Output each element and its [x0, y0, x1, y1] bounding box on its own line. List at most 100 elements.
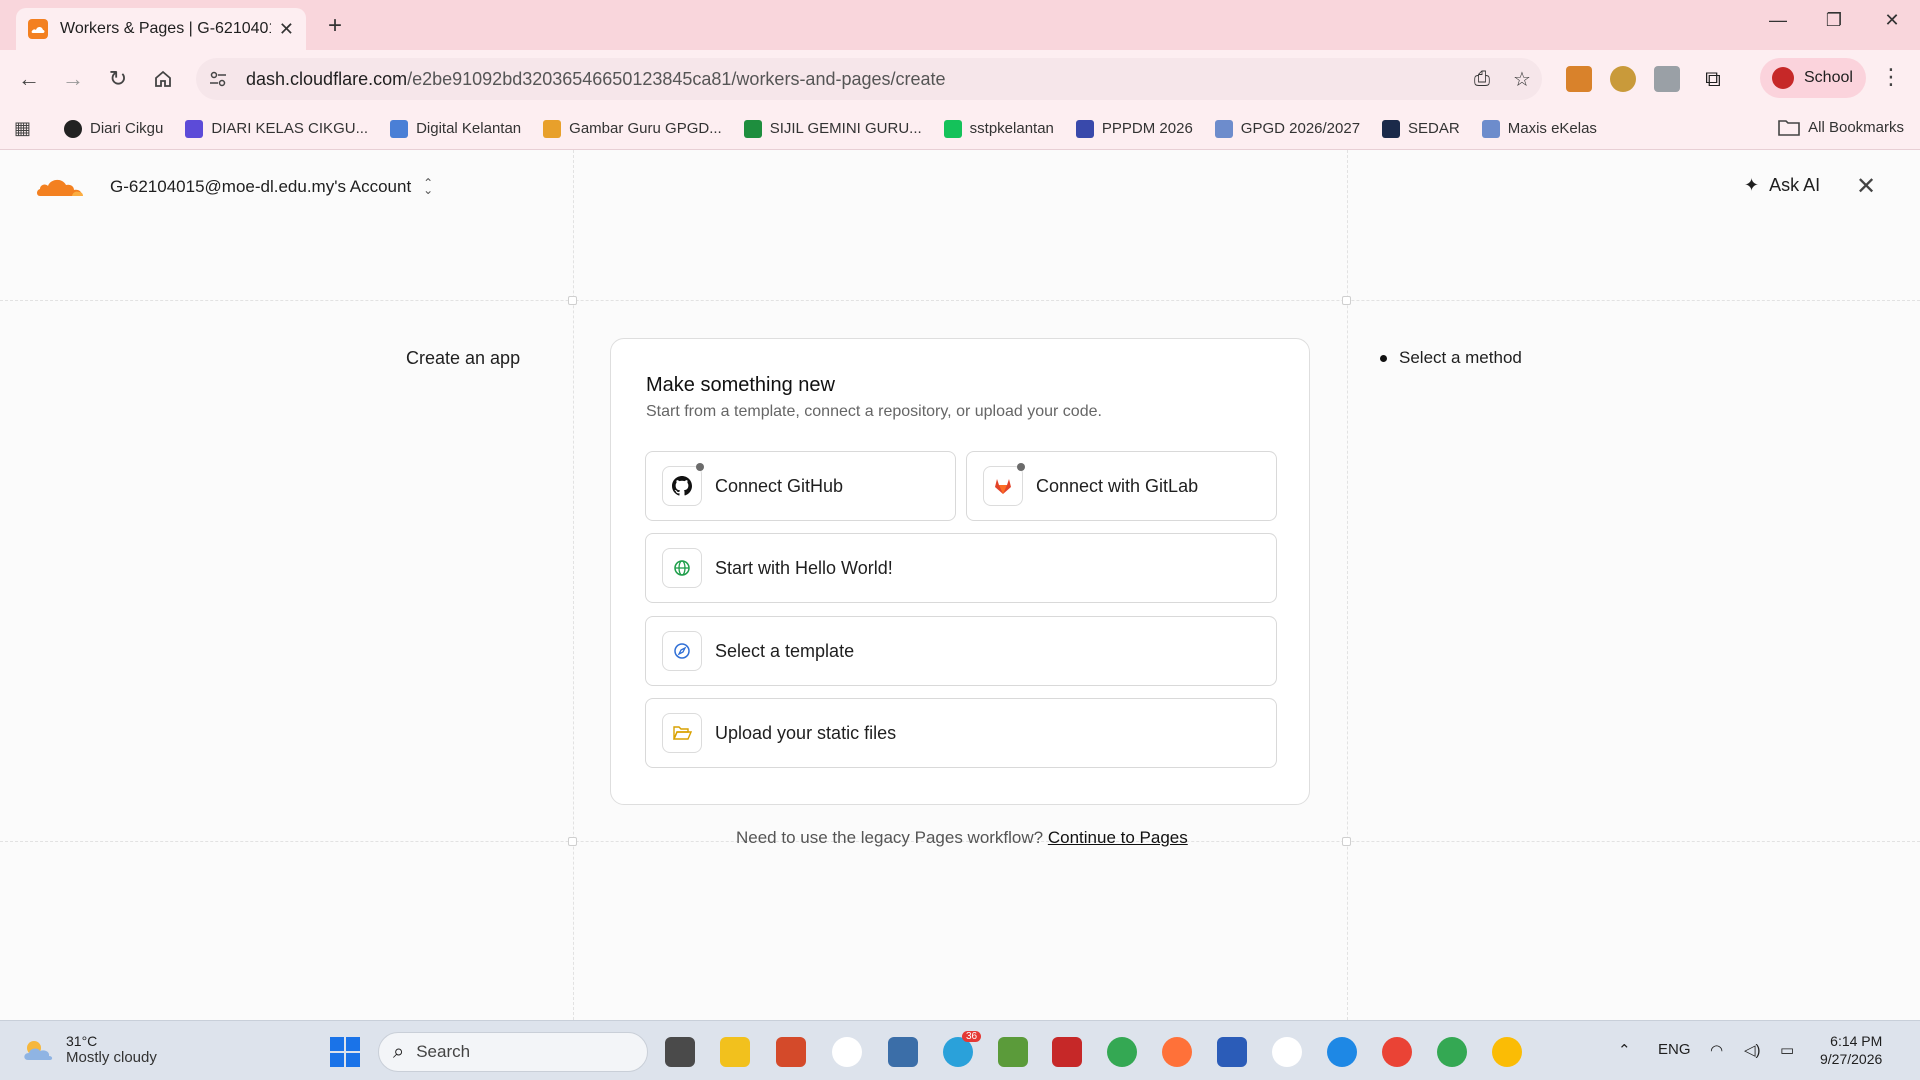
file-explorer-icon[interactable] [720, 1037, 750, 1067]
search-icon: ⌕ [393, 1040, 405, 1063]
chevron-up-icon[interactable]: ⌃ [1618, 1041, 1631, 1059]
bookmark-item[interactable]: Diari Cikgu [64, 119, 164, 138]
guide-line [0, 300, 1920, 301]
bookmark-label: SIJIL GEMINI GURU... [769, 120, 922, 137]
url-text: dash.cloudflare.com/e2be91092bd320365466… [246, 69, 1462, 90]
extension-1-icon[interactable] [1566, 66, 1592, 92]
browser-menu-icon[interactable]: ⋮ [1880, 64, 1902, 90]
firefox-icon[interactable] [1162, 1037, 1192, 1067]
address-bar[interactable]: dash.cloudflare.com/e2be91092bd320365466… [196, 58, 1542, 100]
app-icon[interactable] [888, 1037, 918, 1067]
new-tab-icon[interactable]: + [320, 12, 350, 40]
bookmark-star-icon[interactable]: ☆ [1502, 67, 1542, 92]
card-title: Make something new [646, 374, 835, 396]
back-icon[interactable]: ← [14, 64, 44, 94]
github-icon [662, 463, 704, 506]
battery-icon[interactable]: ▭ [1780, 1041, 1794, 1059]
account-label: G-62104015@moe-dl.edu.my's Account [110, 177, 412, 196]
filezilla-icon[interactable] [1052, 1037, 1082, 1067]
weather-widget[interactable]: 31°C Mostly cloudy [22, 1033, 157, 1066]
upload-static-files-label: Upload your static files [715, 722, 897, 743]
chrome-icon[interactable] [1382, 1037, 1412, 1067]
chrome-icon[interactable] [1437, 1037, 1467, 1067]
clock-date: 9/27/2026 [1820, 1051, 1883, 1067]
bookmark-item[interactable]: Maxis eKelas [1481, 119, 1597, 138]
connect-gitlab-button[interactable]: Connect with GitLab [966, 451, 1277, 521]
bookmark-label: Maxis eKelas [1507, 120, 1597, 137]
cloud-icon [24, 1040, 53, 1060]
close-icon[interactable]: ✕ [1856, 172, 1876, 201]
extensions-puzzle-icon[interactable]: ⧉ [1700, 66, 1726, 92]
connect-gitlab-label: Connect with GitLab [1036, 475, 1199, 496]
bookmark-favicon-icon [185, 119, 204, 138]
bookmark-item[interactable]: GPGD 2026/2027 [1214, 119, 1360, 138]
profile-button[interactable]: School [1760, 58, 1866, 98]
apps-grid-icon[interactable]: ▦ [14, 118, 34, 139]
hello-world-button[interactable]: Start with Hello World! [645, 533, 1277, 603]
gitlab-icon [983, 463, 1025, 506]
search-placeholder: Search [416, 1042, 471, 1061]
word-icon[interactable] [1217, 1037, 1247, 1067]
ask-ai-button[interactable]: ✦ Ask AI [1744, 175, 1820, 196]
all-bookmarks-button[interactable]: All Bookmarks [1778, 118, 1904, 136]
bookmark-favicon-icon [1075, 119, 1094, 138]
taskbar-search[interactable]: ⌕ Search [378, 1032, 648, 1072]
bookmark-favicon-icon [1481, 119, 1500, 138]
google-icon[interactable] [832, 1037, 862, 1067]
bookmark-item[interactable]: Digital Kelantan [390, 119, 521, 138]
chrome-icon[interactable] [1492, 1037, 1522, 1067]
bookmark-item[interactable]: DIARI KELAS CIKGU... [185, 119, 369, 138]
bookmarks-bar: ▦ Diari Cikgu DIARI KELAS CIKGU... Digit… [0, 108, 1920, 150]
select-template-button[interactable]: Select a template [645, 616, 1277, 686]
browser-tab[interactable]: Workers & Pages | G-62104015 ✕ [16, 8, 306, 50]
wifi-icon[interactable]: ◠ [1710, 1041, 1723, 1059]
clock[interactable]: 6:14 PM 9/27/2026 [1820, 1032, 1882, 1068]
bookmark-item[interactable]: SIJIL GEMINI GURU... [743, 119, 922, 138]
bookmark-item[interactable]: sstpkelantan [943, 119, 1054, 138]
continue-to-pages-link[interactable]: Continue to Pages [1048, 828, 1188, 847]
edge-icon[interactable] [1327, 1037, 1357, 1067]
bookmark-label: DIARI KELAS CIKGU... [211, 120, 369, 137]
minimize-icon[interactable]: — [1758, 10, 1798, 31]
chrome-icon[interactable] [1107, 1037, 1137, 1067]
guide-node [568, 296, 577, 305]
bookmark-label: PPPDM 2026 [1101, 120, 1193, 137]
site-info-icon[interactable] [202, 63, 234, 95]
dashboard-page: G-62104015@moe-dl.edu.my's Account ⌃ ⌄ ✦ … [0, 150, 1920, 1020]
temperature: 31°C [66, 1033, 98, 1049]
telegram-badge: 36 [962, 1031, 982, 1042]
google-icon[interactable] [1272, 1037, 1302, 1067]
connect-github-label: Connect GitHub [715, 475, 844, 496]
app-icon[interactable] [776, 1037, 806, 1067]
connect-github-button[interactable]: Connect GitHub [645, 451, 956, 521]
bookmark-item[interactable]: Gambar Guru GPGD... [543, 119, 722, 138]
tab-close-icon[interactable]: ✕ [279, 19, 294, 40]
windows-start-icon[interactable] [330, 1037, 360, 1067]
forward-icon[interactable]: → [58, 64, 88, 94]
window-close-icon[interactable]: ✕ [1872, 10, 1912, 31]
guide-node [1342, 837, 1351, 846]
reload-icon[interactable]: ↻ [103, 64, 133, 94]
restore-icon[interactable]: ❐ [1814, 10, 1854, 31]
bookmark-item[interactable]: PPPDM 2026 [1075, 119, 1193, 138]
bookmark-favicon-icon [743, 119, 762, 138]
step-dot-icon [1380, 354, 1387, 362]
language-indicator[interactable]: ENG [1658, 1041, 1691, 1058]
bookmark-item[interactable]: SEDAR [1382, 119, 1460, 138]
bookmark-favicon-icon [64, 119, 82, 138]
guide-line [1347, 150, 1348, 1020]
upload-static-files-button[interactable]: Upload your static files [645, 698, 1277, 768]
cloudflare-logo[interactable] [36, 174, 84, 198]
volume-icon[interactable]: ◁) [1744, 1041, 1761, 1059]
globe-icon [662, 548, 702, 588]
bookmark-label: Diari Cikgu [90, 120, 164, 137]
task-view-icon[interactable] [665, 1037, 695, 1067]
extension-3-icon[interactable] [1654, 66, 1680, 92]
extension-2-icon[interactable] [1610, 66, 1636, 92]
home-icon[interactable] [148, 64, 178, 94]
install-app-icon[interactable]: ⎙ [1462, 68, 1502, 91]
page-title: Create an app [406, 348, 521, 368]
account-switcher[interactable]: G-62104015@moe-dl.edu.my's Account ⌃ ⌄ [110, 177, 433, 197]
cloudflare-favicon-icon [28, 19, 48, 39]
app-icon[interactable] [998, 1037, 1028, 1067]
